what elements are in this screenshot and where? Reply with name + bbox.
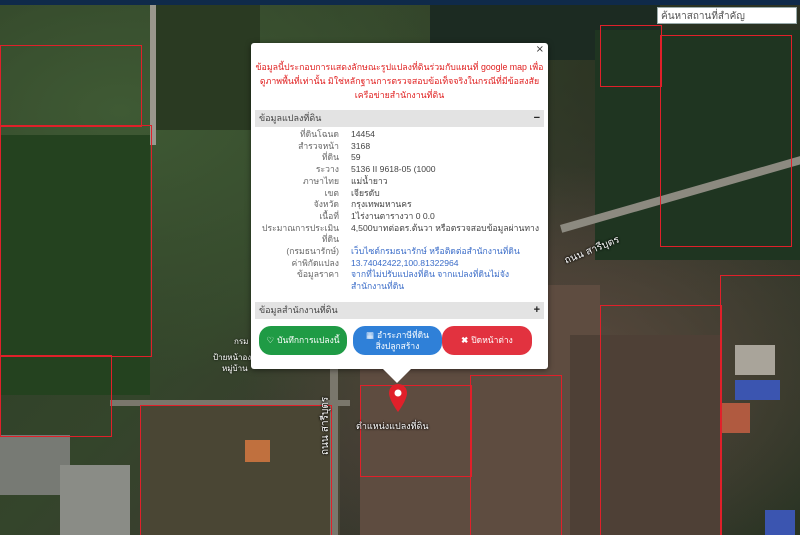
info-value: 59: [351, 152, 361, 163]
section-land-office[interactable]: ข้อมูลสำนักงานที่ดิน +: [255, 302, 544, 319]
info-label: ที่ดินโฉนด: [299, 129, 339, 139]
info-row: ระวาง 5136 II 9618-05 (1000: [251, 164, 548, 176]
treasury-website-link[interactable]: เว็บไซต์กรมธนารักษ์ หรือติดต่อสำนักงานที…: [339, 246, 546, 258]
map-marker-icon[interactable]: [389, 384, 407, 412]
info-label: ภาษาไทย: [302, 175, 339, 186]
close-button-label: ปิดหน้าต่าง: [471, 335, 513, 345]
save-button-label: บันทึกการแปลงนี้: [277, 335, 340, 345]
parcel-boundary: [600, 305, 722, 535]
info-row: เขต เจียรดับ: [251, 188, 548, 200]
parcel-boundary: [140, 405, 332, 535]
parcel-boundary: [600, 25, 662, 87]
info-label: ที่ดิน: [321, 152, 339, 163]
parcel-boundary: [0, 355, 112, 437]
close-window-button[interactable]: ✖ ปิดหน้าต่าง: [442, 326, 532, 355]
section-parcel-info[interactable]: ข้อมูลแปลงที่ดิน −: [255, 110, 544, 127]
building: [60, 465, 130, 535]
section-title: ข้อมูลสำนักงานที่ดิน: [259, 305, 338, 315]
info-value: แม่น้ำยาว: [351, 175, 388, 186]
calculator-icon: ▦: [366, 329, 375, 340]
parcel-info-popup: × ข้อมูลนี้ประกอบการแสดงลักษณะรูปแปลงที่…: [251, 43, 548, 383]
section-title: ข้อมูลแปลงที่ดิน: [259, 113, 322, 123]
info-row: สำนักงานที่ดิน: [251, 281, 548, 293]
info-label: (กรมธนารักษ์): [286, 246, 339, 257]
search-input[interactable]: ค้นหาสถานที่สำคัญ: [657, 7, 797, 24]
marker-label: ตำแหน่งแปลงที่ดิน: [356, 421, 429, 431]
info-label: ระวาง: [315, 164, 339, 175]
parcel-boundary: [470, 375, 562, 535]
info-value: 4,500บาทต่อตร.ต้นวา หรือตรวจสอบข้อมูลผ่า…: [351, 222, 540, 233]
info-label: ข้อมูลราคา: [297, 269, 339, 280]
info-value: เจียรดับ: [351, 187, 380, 198]
info-value: 3168: [351, 140, 371, 151]
info-label: สำรวจหน้า: [298, 140, 339, 151]
info-row: ที่ดิน 59: [251, 152, 548, 164]
parcel-boundary: [720, 275, 800, 535]
parcel-boundary: [0, 45, 142, 127]
info-label: ประมาณการประเมินที่ดิน: [262, 222, 339, 245]
info-row: ค่าพิกัดแปลง 13.74042422,100.81322964: [251, 258, 548, 270]
tax-button-label: อำระภาษีที่ดิน: [377, 329, 429, 340]
info-label: [251, 281, 339, 293]
info-row: (กรมธนารักษ์) เว็บไซต์กรมธนารักษ์ หรือติด…: [251, 246, 548, 258]
road: [150, 5, 156, 145]
info-row: ภาษาไทย แม่น้ำยาว: [251, 176, 548, 188]
info-label: เนื้อที่: [319, 210, 339, 221]
save-parcel-button[interactable]: ♡ บันทึกการแปลงนี้: [259, 326, 347, 355]
expand-icon[interactable]: +: [534, 302, 540, 319]
collapse-icon[interactable]: −: [534, 110, 540, 127]
parcel-boundary: [660, 35, 792, 247]
info-row: ข้อมูลราคา จากที่ไม่ปรับแปลงที่ดิน จากแปล…: [251, 269, 548, 281]
info-value: 14454: [351, 129, 375, 139]
tax-button-sublabel: สิ่งปลูกสร้าง: [375, 340, 420, 351]
info-value: 5136 II 9618-05 (1000: [351, 164, 436, 175]
info-label: จังหวัด: [313, 199, 339, 210]
info-row: สำรวจหน้า 3168: [251, 141, 548, 153]
info-row: เนื้อที่ 1ไร่งานตารางวา 0 0.0: [251, 211, 548, 223]
place-label: กรม: [234, 337, 249, 346]
info-row: ที่ดินโฉนด 14454: [251, 129, 548, 141]
info-value: กรุงเทพมหานคร: [351, 199, 412, 210]
close-icon[interactable]: ×: [536, 44, 544, 55]
coordinate-link[interactable]: 13.74042422,100.81322964: [339, 258, 546, 270]
land-tax-button[interactable]: ▦ อำระภาษีที่ดิน สิ่งปลูกสร้าง: [353, 326, 442, 355]
info-label: เขต: [324, 187, 339, 198]
info-row: จังหวัด กรุงเทพมหานคร: [251, 199, 548, 211]
info-row: ประมาณการประเมินที่ดิน 4,500บาทต่อตร.ต้นว…: [251, 223, 548, 246]
parcel-info-table: ที่ดินโฉนด 14454 สำรวจหน้า 3168 ที่ดิน 59 ร…: [251, 129, 548, 293]
info-value: 1ไร่งานตารางวา 0 0.0: [351, 210, 435, 221]
price-info-link[interactable]: จากที่ไม่ปรับแปลงที่ดิน จากแปลงที่ดินไม่…: [339, 269, 546, 281]
parcel-boundary: [0, 125, 152, 357]
heart-icon: ♡: [266, 335, 275, 345]
close-icon: ✖: [461, 335, 469, 345]
place-label: หมู่บ้าน: [222, 364, 248, 373]
field-area: [150, 5, 260, 130]
info-label: ค่าพิกัดแปลง: [291, 257, 339, 268]
price-info-link[interactable]: สำนักงานที่ดิน: [339, 281, 546, 293]
road-label: ถนน สารีบุตร: [320, 396, 331, 455]
disclaimer-notice: ข้อมูลนี้ประกอบการแสดงลักษณะรูปแปลงที่ดิ…: [255, 62, 544, 100]
